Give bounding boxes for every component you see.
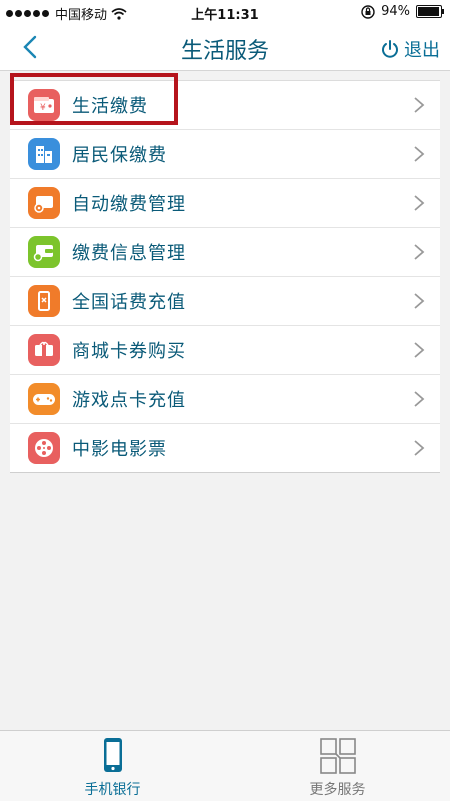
status-right: 94% [361,4,444,19]
tab-more-services[interactable]: 更多服务 [225,731,450,801]
chevron-right-icon [414,244,425,260]
menu-item-game-card[interactable]: 游戏点卡充值 [10,375,440,424]
buildings-icon [28,138,60,170]
wallet-yen-icon: ¥ [28,89,60,121]
gift-card-icon [28,334,60,366]
menu-item-label: 中影电影票 [72,439,167,460]
logout-button[interactable]: 退出 [380,36,440,62]
auto-wallet-icon [28,187,60,219]
menu-item-auto-payment[interactable]: 自动缴费管理 [10,179,440,228]
chevron-right-icon [414,97,425,113]
menu-item-resident-insurance[interactable]: 居民保缴费 [10,130,440,179]
phone-recharge-icon [28,285,60,317]
menu-item-utility-payment[interactable]: ¥ 生活缴费 [10,81,440,130]
menu-item-label: 游戏点卡充值 [72,390,186,411]
chevron-right-icon [414,391,425,407]
menu-item-label: 居民保缴费 [72,145,167,166]
svg-text:¥: ¥ [40,103,46,113]
tab-mobile-bank[interactable]: 手机银行 [0,731,225,801]
menu-item-gift-card[interactable]: 商城卡券购买 [10,326,440,375]
tab-label: 更多服务 [309,782,366,798]
battery-percent: 94% [381,4,410,19]
nav-bar: 生活服务 退出 [0,24,450,71]
chevron-right-icon [414,440,425,456]
battery-icon [416,5,444,18]
service-menu-list: ¥ 生活缴费 居民保缴费 自动缴费管理 缴费信息管理 全国话费充值 商城卡券购买… [10,80,440,473]
chevron-right-icon [414,195,425,211]
chevron-right-icon [414,293,425,309]
menu-item-phone-recharge[interactable]: 全国话费充值 [10,277,440,326]
menu-item-label: 商城卡券购买 [72,341,186,362]
grid-squares-icon [319,738,356,774]
chevron-right-icon [414,342,425,358]
tab-label: 手机银行 [84,782,141,798]
smartphone-icon [103,738,122,772]
menu-item-payment-info[interactable]: 缴费信息管理 [10,228,440,277]
menu-item-label: 缴费信息管理 [72,243,186,264]
menu-item-movie-ticket[interactable]: 中影电影票 [10,424,440,472]
logout-label: 退出 [404,40,440,61]
chevron-right-icon [414,146,425,162]
menu-item-label: 全国话费充值 [72,292,186,313]
status-bar: 中国移动 上午11:31 94% [0,0,450,24]
bottom-tab-bar: 手机银行 更多服务 [0,730,450,801]
wallet-settings-icon [28,236,60,268]
menu-item-label: 生活缴费 [72,96,148,117]
film-reel-icon [28,432,60,464]
menu-item-label: 自动缴费管理 [72,194,186,215]
gamepad-icon [28,383,60,415]
orientation-lock-icon [361,4,375,19]
power-icon [382,40,398,58]
